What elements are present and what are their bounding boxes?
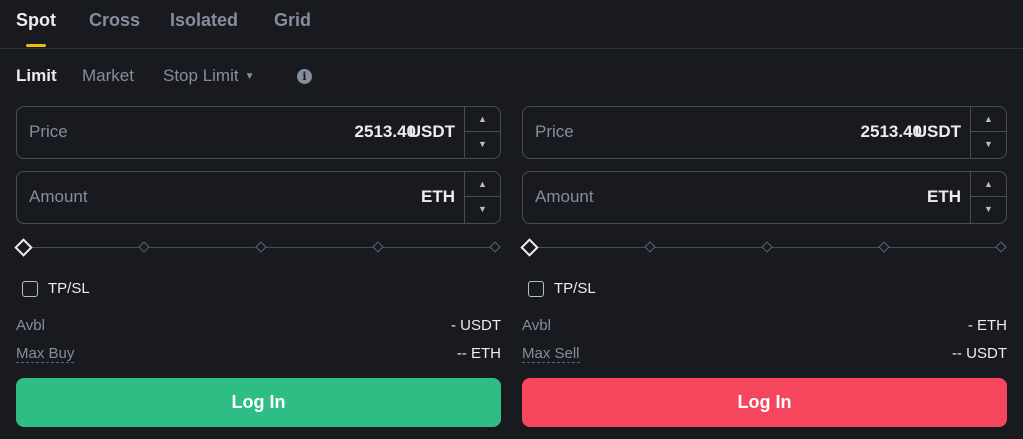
sell-price-label: Price	[535, 122, 574, 141]
order-type-market[interactable]: Market	[82, 66, 134, 86]
sell-price-stepper: ▲ ▼	[970, 107, 1006, 158]
slider-mark-50[interactable]	[255, 241, 267, 253]
avbl-value: - USDT	[451, 317, 501, 334]
tab-isolated[interactable]: Isolated	[170, 10, 238, 31]
arrow-up-icon[interactable]: ▲	[971, 107, 1006, 132]
tab-spot[interactable]: Spot	[16, 10, 56, 31]
buy-login-button[interactable]: Log In	[16, 378, 501, 427]
buy-amount-stepper: ▲ ▼	[464, 172, 500, 223]
sell-amount-label: Amount	[535, 187, 594, 206]
slider-mark-75[interactable]	[372, 241, 384, 253]
arrow-down-icon[interactable]: ▼	[465, 132, 500, 157]
arrow-down-icon[interactable]: ▼	[971, 132, 1006, 157]
buy-price-field[interactable]: Price 2513.40 USDT ▲ ▼	[16, 106, 501, 159]
margin-mode-tabs: Spot Cross Isolated Grid	[0, 0, 1023, 49]
slider-mark-100[interactable]	[995, 241, 1007, 253]
sell-price-field[interactable]: Price 2513.40 USDT ▲ ▼	[522, 106, 1007, 159]
slider-mark-75[interactable]	[878, 241, 890, 253]
avbl-value: - ETH	[967, 317, 1007, 334]
avbl-label: Avbl	[16, 317, 45, 334]
buy-amount-label: Amount	[29, 187, 88, 206]
tpsl-checkbox[interactable]	[528, 281, 544, 297]
tab-grid[interactable]: Grid	[274, 10, 311, 31]
buy-price-input[interactable]: 2513.40	[355, 122, 416, 142]
sell-amount-slider[interactable]	[520, 238, 1007, 258]
arrow-up-icon[interactable]: ▲	[465, 172, 500, 197]
order-type-limit[interactable]: Limit	[16, 66, 57, 86]
order-type-stop-limit[interactable]: Stop Limit ▼	[163, 66, 255, 86]
order-type-stop-limit-label: Stop Limit	[163, 66, 239, 85]
slider-mark-100[interactable]	[489, 241, 501, 253]
max-sell-value: -- USDT	[952, 345, 1007, 362]
buy-panel: Price 2513.40 USDT ▲ ▼ Amount ETH ▲ ▼ TP…	[14, 106, 501, 427]
active-tab-indicator	[26, 44, 46, 47]
buy-amount-slider[interactable]	[14, 238, 501, 258]
buy-avbl-row: Avbl - USDT	[16, 317, 501, 337]
max-buy-label[interactable]: Max Buy	[16, 345, 75, 363]
arrow-down-icon[interactable]: ▼	[971, 197, 1006, 222]
arrow-up-icon[interactable]: ▲	[465, 107, 500, 132]
slider-mark-25[interactable]	[644, 241, 656, 253]
buy-price-unit: USDT	[408, 122, 455, 141]
tpsl-label: TP/SL	[554, 280, 596, 297]
tpsl-checkbox[interactable]	[22, 281, 38, 297]
buy-tpsl-toggle[interactable]: TP/SL	[16, 279, 501, 299]
max-buy-value: -- ETH	[456, 345, 501, 362]
slider-mark-50[interactable]	[761, 241, 773, 253]
buy-price-label: Price	[29, 122, 68, 141]
sell-avbl-row: Avbl - ETH	[522, 317, 1007, 337]
max-sell-label[interactable]: Max Sell	[522, 345, 580, 363]
info-icon[interactable]: i	[297, 69, 312, 84]
slider-thumb[interactable]	[14, 238, 33, 257]
sell-login-button[interactable]: Log In	[522, 378, 1007, 427]
avbl-label: Avbl	[522, 317, 551, 334]
slider-thumb[interactable]	[520, 238, 539, 257]
spot-trading-form: Spot Cross Isolated Grid Limit Market St…	[0, 0, 1023, 439]
tpsl-label: TP/SL	[48, 280, 90, 297]
slider-mark-25[interactable]	[138, 241, 150, 253]
sell-price-input[interactable]: 2513.40	[861, 122, 922, 142]
arrow-down-icon[interactable]: ▼	[465, 197, 500, 222]
caret-down-icon: ▼	[244, 71, 255, 82]
sell-amount-stepper: ▲ ▼	[970, 172, 1006, 223]
buy-amount-unit: ETH	[421, 187, 455, 206]
sell-price-unit: USDT	[914, 122, 961, 141]
tab-cross[interactable]: Cross	[89, 10, 140, 31]
buy-amount-field[interactable]: Amount ETH ▲ ▼	[16, 171, 501, 224]
buy-price-stepper: ▲ ▼	[464, 107, 500, 158]
sell-amount-field[interactable]: Amount ETH ▲ ▼	[522, 171, 1007, 224]
arrow-up-icon[interactable]: ▲	[971, 172, 1006, 197]
max-buy-row: Max Buy -- ETH	[16, 345, 501, 365]
max-sell-row: Max Sell -- USDT	[522, 345, 1007, 365]
sell-amount-unit: ETH	[927, 187, 961, 206]
sell-panel: Price 2513.40 USDT ▲ ▼ Amount ETH ▲ ▼ TP…	[520, 106, 1007, 427]
sell-tpsl-toggle[interactable]: TP/SL	[522, 279, 1007, 299]
